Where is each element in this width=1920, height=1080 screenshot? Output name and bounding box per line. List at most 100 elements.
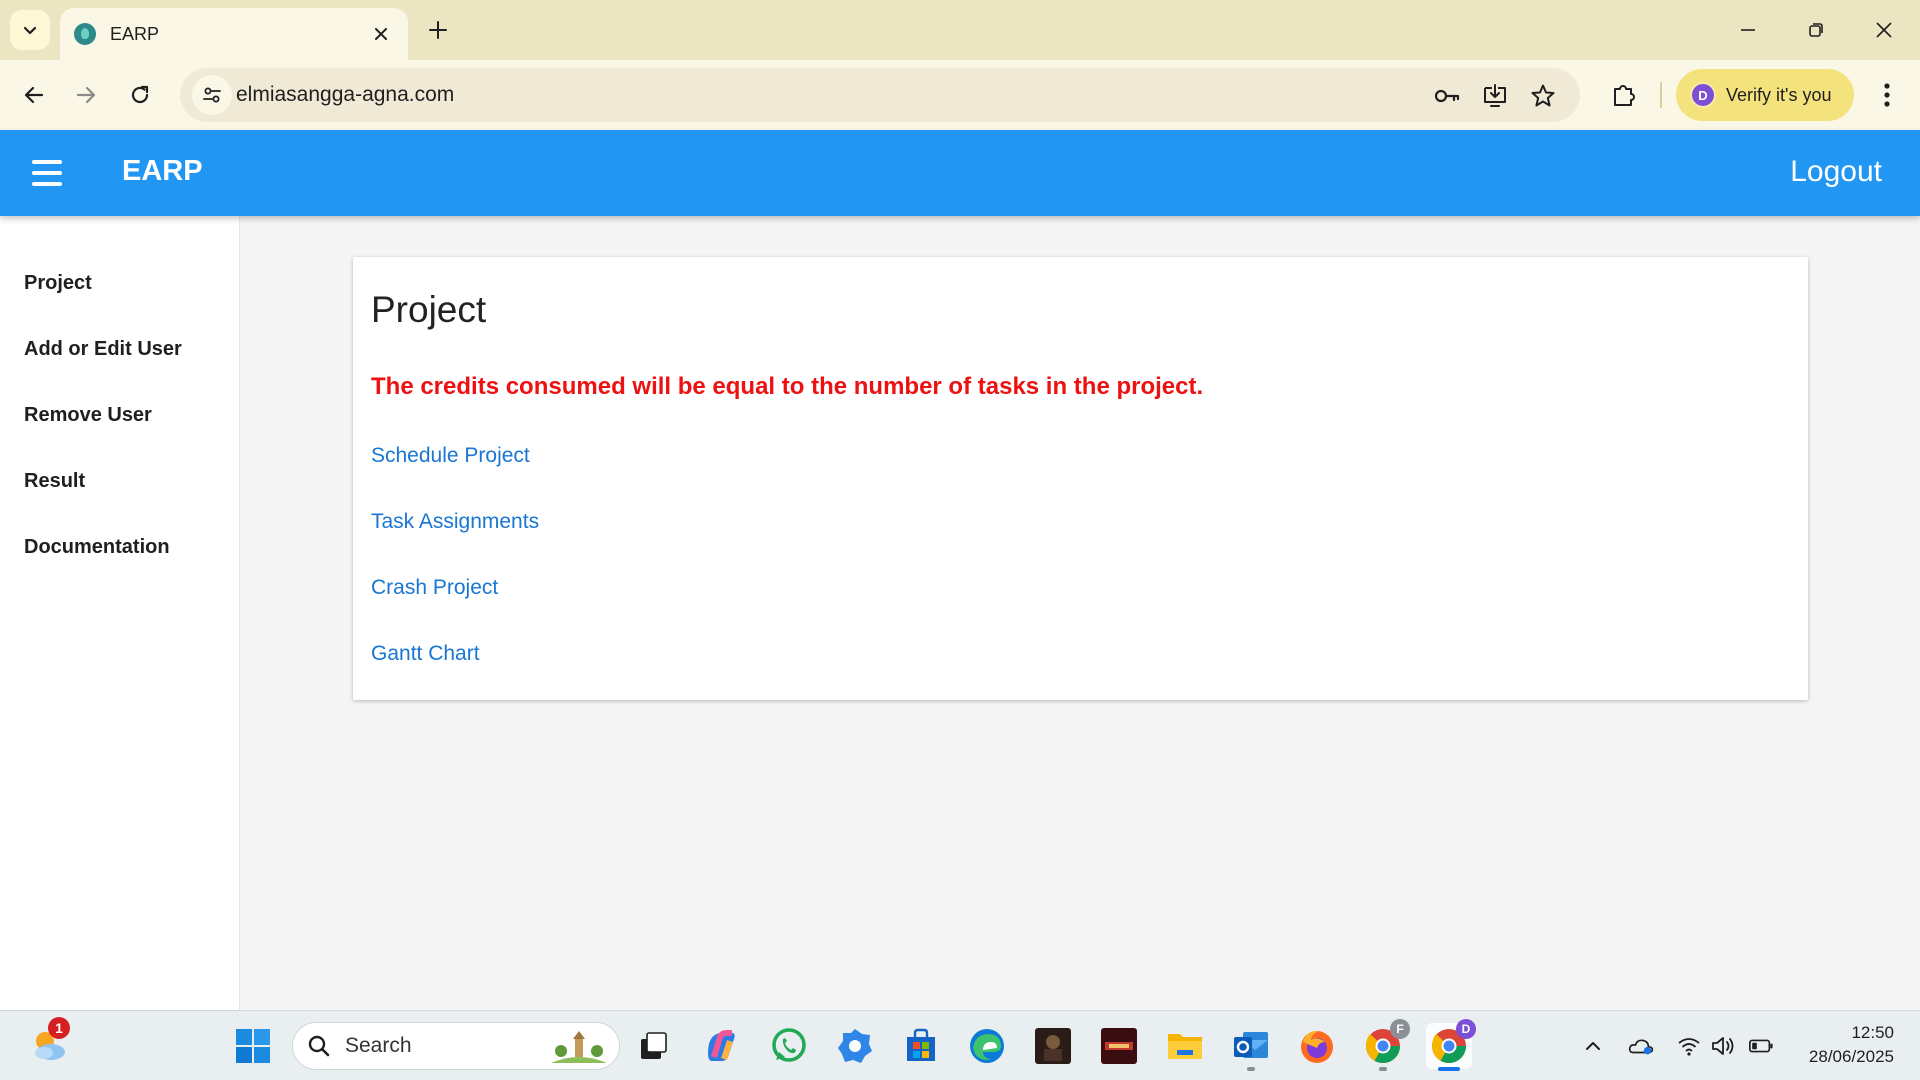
- search-icon: [308, 1035, 330, 1057]
- app-title: EARP: [122, 155, 203, 187]
- file-explorer-button[interactable]: [1162, 1023, 1208, 1069]
- browser-toolbar: elmiasangga-agna.com D Verify it's you: [0, 60, 1920, 130]
- tab-title: EARP: [110, 23, 160, 44]
- tab-search-button[interactable]: [10, 10, 50, 50]
- more-vertical-icon: [1884, 83, 1890, 107]
- menu-icon[interactable]: [30, 157, 64, 189]
- tune-icon: [203, 87, 221, 103]
- extensions-button[interactable]: [1606, 77, 1642, 113]
- outlook-button[interactable]: [1228, 1023, 1274, 1071]
- wifi-tray-button[interactable]: [1676, 1033, 1702, 1059]
- logout-button[interactable]: Logout: [1790, 155, 1882, 189]
- app-header: EARP Logout: [0, 130, 1920, 216]
- forward-button[interactable]: [66, 75, 106, 115]
- verify-label: Verify it's you: [1726, 84, 1832, 105]
- wifi-icon: [1678, 1038, 1700, 1056]
- chrome-profile-f-button[interactable]: F: [1360, 1019, 1410, 1071]
- battery-icon: [1749, 1039, 1773, 1053]
- schedule-project-link[interactable]: Schedule Project: [371, 444, 530, 468]
- new-tab-button[interactable]: [424, 16, 452, 44]
- sidebar: Project Add or Edit User Remove User Res…: [0, 216, 240, 1010]
- plus-icon: [429, 21, 447, 39]
- task-assignments-link[interactable]: Task Assignments: [371, 510, 539, 534]
- copilot-icon: [708, 1030, 735, 1061]
- close-icon: [1876, 22, 1892, 38]
- chrome-profile-d-button[interactable]: D: [1426, 1019, 1476, 1071]
- page-title: Project: [371, 289, 487, 330]
- sidebar-item-project[interactable]: Project: [24, 272, 92, 295]
- sidebar-item-documentation[interactable]: Documentation: [24, 536, 170, 559]
- firefox-button[interactable]: [1294, 1023, 1340, 1069]
- crash-project-link[interactable]: Crash Project: [371, 576, 498, 600]
- app-blue-gear-button[interactable]: [832, 1023, 878, 1069]
- start-button[interactable]: [230, 1023, 276, 1069]
- game-app-button-1[interactable]: [1030, 1023, 1076, 1069]
- tab-close-button[interactable]: [368, 21, 394, 47]
- minimize-icon: [1741, 29, 1755, 31]
- sidebar-item-add-edit-user[interactable]: Add or Edit User: [24, 338, 182, 361]
- minimize-button[interactable]: [1732, 14, 1764, 46]
- profile-avatar: D: [1690, 82, 1716, 108]
- puzzle-icon: [1614, 85, 1635, 106]
- battery-tray-button[interactable]: [1748, 1033, 1774, 1059]
- url-text: elmiasangga-agna.com: [236, 83, 455, 106]
- address-bar[interactable]: elmiasangga-agna.com: [180, 68, 1580, 122]
- sidebar-item-remove-user[interactable]: Remove User: [24, 404, 152, 427]
- task-view-button[interactable]: [630, 1023, 676, 1069]
- active-indicator: [1438, 1067, 1460, 1071]
- clock-time: 12:50: [1851, 1023, 1894, 1042]
- restore-button[interactable]: [1800, 14, 1832, 46]
- running-indicator: [1379, 1067, 1387, 1071]
- restore-icon: [1809, 23, 1823, 37]
- game-app-button-2[interactable]: [1096, 1023, 1142, 1069]
- search-placeholder: Search: [345, 1034, 412, 1057]
- credits-warning: The credits consumed will be equal to th…: [371, 373, 1204, 400]
- project-card: Project The credits consumed will be equ…: [353, 257, 1808, 700]
- verify-profile-button[interactable]: D Verify it's you: [1676, 69, 1854, 121]
- site-info-button[interactable]: [192, 75, 232, 115]
- system-clock[interactable]: 12:50 28/06/2025: [1809, 1021, 1894, 1069]
- toolbar-separator: [1660, 82, 1662, 108]
- volume-tray-button[interactable]: [1710, 1033, 1736, 1059]
- bookmark-button[interactable]: [1528, 81, 1558, 111]
- chrome-profile-badge-d: D: [1456, 1019, 1476, 1039]
- blue-gear-icon: [838, 1029, 872, 1063]
- install-app-button[interactable]: [1480, 81, 1510, 111]
- star-icon: [1531, 84, 1555, 107]
- onedrive-tray-button[interactable]: [1628, 1033, 1654, 1059]
- reload-button[interactable]: [120, 75, 160, 115]
- gantt-chart-link[interactable]: Gantt Chart: [371, 642, 480, 666]
- browser-tab[interactable]: EARP: [60, 8, 408, 60]
- chrome-profile-badge-f: F: [1390, 1019, 1410, 1039]
- copilot-button[interactable]: [698, 1023, 744, 1069]
- edge-icon: [970, 1029, 1004, 1063]
- install-icon: [1484, 84, 1506, 107]
- browser-menu-button[interactable]: [1872, 77, 1902, 113]
- cloud-sync-icon: [1628, 1039, 1654, 1055]
- close-window-button[interactable]: [1868, 14, 1900, 46]
- microsoft-store-button[interactable]: [898, 1023, 944, 1069]
- outlook-icon: [1234, 1032, 1268, 1058]
- close-icon: [375, 28, 387, 40]
- weather-badge: 1: [48, 1017, 70, 1039]
- windows-logo-icon: [236, 1029, 270, 1063]
- whatsapp-button[interactable]: [766, 1023, 812, 1069]
- edge-button[interactable]: [964, 1023, 1010, 1069]
- store-icon: [907, 1028, 935, 1061]
- main-content: Project The credits consumed will be equ…: [240, 216, 1920, 1010]
- weather-widget[interactable]: 1: [26, 1017, 72, 1069]
- reload-icon: [131, 85, 149, 104]
- speaker-icon: [1712, 1037, 1734, 1055]
- folder-icon: [1168, 1034, 1202, 1059]
- password-key-button[interactable]: [1432, 81, 1462, 111]
- back-button[interactable]: [14, 75, 54, 115]
- browser-tab-bar: EARP: [0, 0, 1920, 60]
- running-indicator: [1247, 1067, 1255, 1071]
- sidebar-item-result[interactable]: Result: [24, 470, 85, 493]
- show-hidden-icons-button[interactable]: [1580, 1033, 1606, 1059]
- task-view-icon: [641, 1032, 667, 1059]
- arrow-left-icon: [24, 86, 44, 104]
- firefox-icon: [1301, 1030, 1333, 1063]
- game-thumbnail-icon: [1101, 1028, 1137, 1064]
- taskbar-search-box[interactable]: Search: [292, 1022, 620, 1070]
